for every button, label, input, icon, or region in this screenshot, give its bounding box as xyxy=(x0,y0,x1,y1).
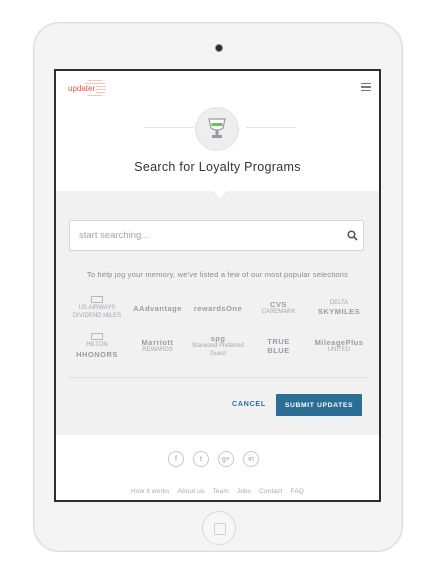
brand-us-airways[interactable]: US AIRWAYS DIVIDEND MILES xyxy=(68,296,126,319)
camera-icon xyxy=(215,44,223,52)
footer-link-jobs[interactable]: Jobs xyxy=(237,488,251,495)
action-divider xyxy=(68,377,368,378)
hero-divider-left xyxy=(144,127,194,128)
linkedin-icon[interactable]: in xyxy=(243,451,259,467)
submit-updates-button[interactable]: SUBMIT UPDATES xyxy=(276,394,362,416)
hamburger-menu-icon[interactable] xyxy=(361,83,371,92)
brand-marriott-rewards[interactable]: Marriott REWARDS xyxy=(129,338,187,354)
footer-link-contact[interactable]: Contact xyxy=(259,488,282,495)
brand-trueblue[interactable]: TRUE BLUE xyxy=(250,337,308,355)
brand-cvs-caremark[interactable]: CVS CAREMARK xyxy=(250,300,308,316)
facebook-icon[interactable]: f xyxy=(168,451,184,467)
brand-logo-grid: US AIRWAYS DIVIDEND MILES AAdvantage rew… xyxy=(68,289,368,365)
twitter-icon[interactable]: t xyxy=(193,451,209,467)
trophy-icon xyxy=(208,118,226,138)
cancel-button[interactable]: CANCEL xyxy=(232,401,266,408)
brand-row: US AIRWAYS DIVIDEND MILES AAdvantage rew… xyxy=(68,289,368,327)
search-section: To help jog your memory, we've listed a … xyxy=(56,191,379,435)
hilton-icon xyxy=(91,333,103,341)
top-bar: updater xyxy=(56,71,379,105)
footer: f t g+ in How it works About us Team Job… xyxy=(56,435,379,500)
logo-text: updater xyxy=(67,83,97,93)
footer-link-team[interactable]: Team xyxy=(212,488,228,495)
brand-row: HILTON HHONORS Marriott REWARDS spg Star… xyxy=(68,327,368,365)
flag-icon xyxy=(91,296,103,304)
footer-links: How it works About us Team Jobs Contact … xyxy=(56,488,379,495)
social-links: f t g+ in xyxy=(168,451,259,467)
trophy-badge xyxy=(195,107,239,151)
footer-link-how-it-works[interactable]: How it works xyxy=(131,488,170,495)
footer-link-faq[interactable]: FAQ xyxy=(291,488,304,495)
footer-link-about-us[interactable]: About us xyxy=(178,488,205,495)
google-plus-icon[interactable]: g+ xyxy=(218,451,234,467)
brand-mileageplus[interactable]: MileagePlus UNITED xyxy=(310,338,368,354)
search-input[interactable] xyxy=(70,221,330,250)
brand-hilton-hhonors[interactable]: HILTON HHONORS xyxy=(68,333,126,359)
screen: updater Search for Loyalty Programs To h… xyxy=(54,69,381,502)
updater-logo[interactable]: updater xyxy=(63,78,107,98)
brand-aadvantage[interactable]: AAdvantage xyxy=(129,304,187,313)
hero-section: Search for Loyalty Programs xyxy=(56,105,379,191)
selection-hint: To help jog your memory, we've listed a … xyxy=(86,270,349,279)
hero-divider-right xyxy=(246,127,296,128)
brand-delta-skymiles[interactable]: DELTA SKYMILES xyxy=(310,300,368,316)
page-title: Search for Loyalty Programs xyxy=(134,160,301,174)
home-button[interactable] xyxy=(202,511,236,545)
search-box xyxy=(69,220,364,251)
brand-rewardsone[interactable]: rewardsOne xyxy=(189,304,247,313)
brand-spg[interactable]: spg Starwood Preferred Guest xyxy=(189,334,247,357)
search-icon[interactable] xyxy=(347,230,358,241)
